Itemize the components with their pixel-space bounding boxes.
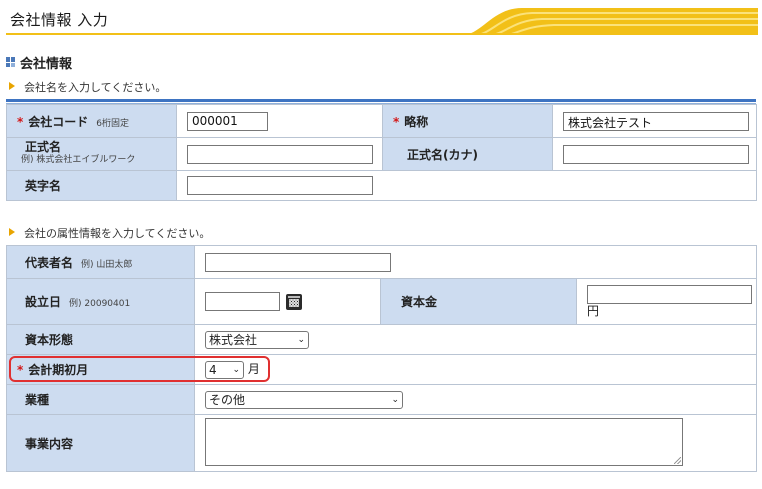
select-value: 株式会社 — [209, 333, 258, 347]
english-name-label: 英字名 — [6, 170, 177, 201]
calendar-icon[interactable] — [286, 293, 302, 310]
industry-label: 業種 — [6, 384, 195, 415]
formal-kana-label: 正式名(カナ) — [382, 137, 553, 171]
business-cell — [193, 414, 758, 472]
page-title: 会社情報 入力 — [10, 11, 109, 29]
company-code-input[interactable]: 000001 — [187, 111, 268, 131]
label-text: 事業内容 — [25, 436, 74, 451]
resize-grip-icon[interactable] — [674, 456, 681, 464]
table-row: 正式名 例) 株式会社エイブルワーク 正式名(カナ) — [6, 137, 757, 171]
formal-name-cell — [176, 137, 383, 171]
formal-kana-cell — [552, 137, 757, 171]
business-label: 事業内容 — [6, 414, 195, 472]
table-row: 業種 その他 ⌄ — [6, 384, 758, 415]
company-code-label: * 会社コード 6桁固定 — [6, 104, 177, 138]
highlight-frame — [9, 356, 270, 382]
established-cell — [194, 278, 381, 325]
table-row: 設立日 例) 20090401 資本金 円 — [6, 278, 758, 325]
abbr-input[interactable]: 株式会社テスト — [563, 111, 749, 131]
table-row: 事業内容 — [6, 414, 758, 472]
abbr-cell: 株式会社テスト — [552, 104, 757, 138]
label-text: 業種 — [25, 393, 50, 407]
required-mark: * — [393, 114, 400, 129]
label-text: 略称 — [404, 114, 429, 129]
chevron-down-icon: ⌄ — [297, 334, 305, 345]
hint-text: 例) 20090401 — [69, 299, 131, 309]
table-row: 英字名 — [6, 170, 757, 201]
arrow-icon — [9, 82, 15, 90]
formal-name-label: 正式名 例) 株式会社エイブルワーク — [6, 137, 177, 171]
label-text: 資本金 — [401, 295, 438, 309]
table-row: 資本形態 株式会社 ⌄ — [6, 324, 758, 355]
capital-input[interactable] — [587, 285, 752, 304]
representative-input[interactable] — [205, 252, 391, 272]
select-value: その他 — [209, 393, 246, 407]
header-underline — [6, 33, 756, 35]
business-textarea[interactable] — [205, 417, 683, 466]
abbr-label: * 略称 — [382, 104, 553, 138]
representative-label: 代表者名 例) 山田太郎 — [6, 245, 195, 279]
instruction-company-name: 会社名を入力してください。 — [24, 81, 167, 94]
label-text: 代表者名 — [25, 255, 74, 270]
label-text: 正式名 — [25, 140, 62, 154]
company-name-table: * 会社コード 6桁固定 000001 * 略称 株式会社テスト 正式名 例) 株式会… — [6, 104, 757, 201]
header-decoration — [462, 8, 758, 35]
english-name-input[interactable] — [187, 176, 373, 195]
capital-unit: 円 — [587, 304, 600, 318]
capital-cell: 円 — [575, 278, 758, 325]
company-code-cell: 000001 — [176, 104, 383, 138]
arrow-icon — [9, 228, 15, 236]
table-row: * 会社コード 6桁固定 000001 * 略称 株式会社テスト — [6, 104, 757, 138]
section-icon — [6, 57, 16, 67]
chevron-down-icon: ⌄ — [391, 394, 399, 405]
label-text: 会社コード — [28, 114, 89, 129]
capital-form-cell: 株式会社 ⌄ — [193, 324, 758, 355]
formal-name-input[interactable] — [187, 144, 373, 164]
representative-cell — [193, 245, 758, 279]
table-row: 代表者名 例) 山田太郎 — [6, 245, 758, 279]
section-title: 会社情報 — [20, 57, 73, 72]
capital-label: 資本金 — [380, 278, 577, 325]
hint-text: 例) 山田太郎 — [81, 259, 133, 270]
label-text: 正式名(カナ) — [407, 147, 478, 162]
capital-form-label: 資本形態 — [6, 324, 195, 355]
instruction-attributes: 会社の属性情報を入力してください。 — [24, 227, 211, 240]
established-input[interactable] — [205, 292, 280, 311]
established-label: 設立日 例) 20090401 — [6, 278, 195, 325]
formal-kana-input[interactable] — [563, 144, 749, 164]
industry-cell: その他 ⌄ — [193, 384, 758, 415]
label-text: 設立日 — [25, 295, 62, 309]
hint-text: 例) 株式会社エイブルワーク — [21, 155, 136, 165]
english-name-cell — [176, 170, 757, 201]
hint-text: 6桁固定 — [96, 118, 130, 129]
required-mark: * — [17, 114, 24, 129]
label-text: 資本形態 — [25, 333, 74, 347]
fiscal-start-cell: 4 ⌄ 月 — [193, 354, 758, 385]
capital-form-select[interactable]: 株式会社 ⌄ — [205, 330, 309, 349]
industry-select[interactable]: その他 ⌄ — [205, 390, 403, 409]
label-text: 英字名 — [25, 179, 62, 193]
